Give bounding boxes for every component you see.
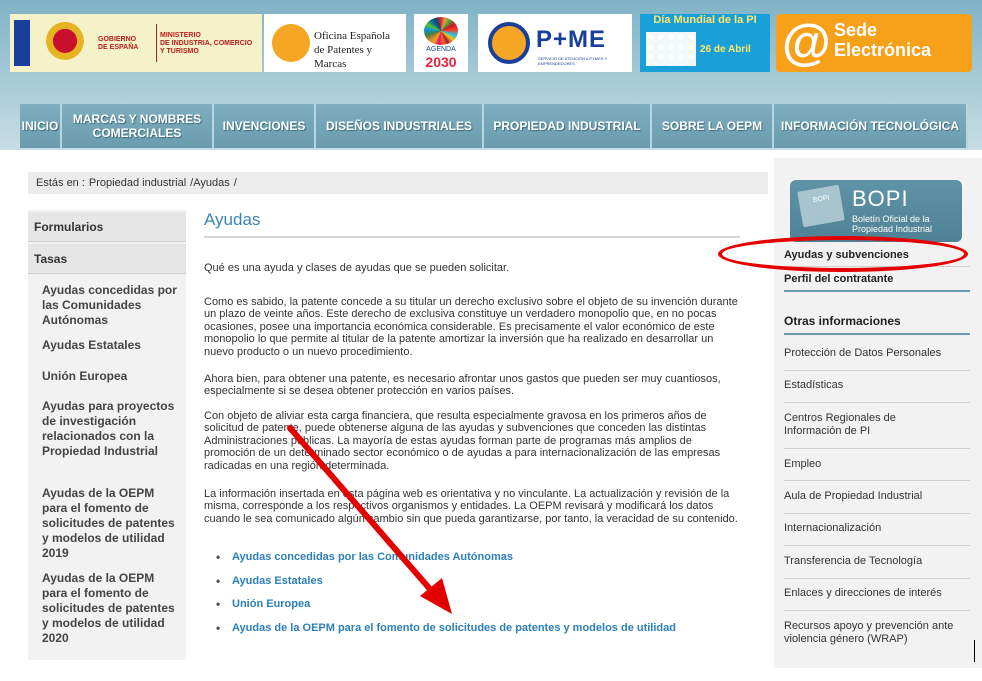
dia-mundial-date: 26 de Abril [700,44,751,55]
spain-flag-icon [14,20,30,66]
nav-propiedad-industrial[interactable]: PROPIEDAD INDUSTRIAL [484,104,652,148]
divider [784,545,970,546]
pyme-circle-icon [488,22,530,64]
agenda-year: 2030 [425,54,457,70]
divider [784,610,970,611]
sdg-wheel-icon [424,17,458,45]
leftnav-formularios[interactable]: Formularios [28,212,186,242]
divider [784,480,970,481]
breadcrumb-prefix: Estás en : [36,177,85,189]
divider [784,370,970,371]
link-recursos-wrap[interactable]: Recursos apoyo y prevención ante violenc… [784,620,974,646]
link-ayudas-oepm[interactable]: Ayudas de la OEPM para el fomento de sol… [216,621,746,645]
bopi-banner[interactable]: BOPI BOPI Boletín Oficial de la Propieda… [790,180,962,242]
text-cursor [974,640,975,662]
nav-inicio[interactable]: INICIO [20,104,62,148]
breadcrumb-propiedad-industrial[interactable]: Propiedad industrial [89,177,186,189]
link-proteccion-datos[interactable]: Protección de Datos Personales [784,347,974,360]
divider [784,513,970,514]
link-enlaces-direcciones[interactable]: Enlaces y direcciones de interés [784,587,974,600]
dia-mundial-pi-banner[interactable]: Día Mundial de la PI 26 de Abril [640,14,770,72]
divider [784,448,970,449]
book-icon: BOPI [797,184,845,228]
ministerio-line2: DE INDUSTRIA, COMERCIO [160,40,253,47]
sede-electronica-button[interactable]: @ Sede Electrónica [776,14,972,72]
ministerio-line1: MINISTERIO [160,32,201,39]
at-sign-icon: @ [782,14,831,70]
bopi-title: BOPI [852,186,909,211]
left-sidebar: Formularios Tasas Ayudas concedidas por … [28,210,186,660]
pyme-logo[interactable]: P+ME SERVICIO DE ATENCIÓN A PYMES Y EMPR… [478,14,632,72]
leftnav-ayudas-oepm-2020[interactable]: Ayudas de la OEPM para el fomento de sol… [42,571,182,646]
dia-mundial-title: Día Mundial de la PI [653,14,757,26]
nav-informacion-tecnologica[interactable]: INFORMACIÓN TECNOLÓGICA [774,104,968,148]
paragraph-3: Con objeto de aliviar esta carga financi… [204,410,721,472]
bopi-sub1: Boletín Oficial de la [852,214,930,224]
divider [784,578,970,579]
link-estadisticas[interactable]: Estadísticas [784,379,974,392]
book-label: BOPI [812,194,831,205]
leftnav-ayudas-oepm-2019[interactable]: Ayudas de la OEPM para el fomento de sol… [42,486,182,561]
leftnav-ayudas-comunidades[interactable]: Ayudas concedidas por las Comunidades Au… [42,283,182,328]
leftnav-union-europea[interactable]: Unión Europea [42,369,182,384]
leftnav-ayudas-investigacion[interactable]: Ayudas para proyectos de investigación r… [42,399,182,459]
leftnav-tasas[interactable]: Tasas [28,244,186,274]
oepm-line1: Oficina Española [314,30,391,42]
link-empleo[interactable]: Empleo [784,458,974,471]
sede-line1: Sede [834,20,878,40]
ayudas-link-list: Ayudas concedidas por las Comunidades Au… [216,550,746,644]
link-union-europea[interactable]: Unión Europea [216,597,746,621]
site-header: GOBIERNO DE ESPAÑA MINISTERIO DE INDUSTR… [0,0,982,150]
paragraph-4: La información insertada en esta página … [204,488,738,525]
main-content: Ayudas Qué es una ayuda y clases de ayud… [204,210,744,635]
gobierno-espana-logo[interactable]: GOBIERNO DE ESPAÑA MINISTERIO DE INDUSTR… [10,14,262,72]
link-ayudas-estatales[interactable]: Ayudas Estatales [216,574,746,598]
paragraph-2: Ahora bien, para obtener una patente, es… [204,373,721,398]
agenda-line1: AGENDA [426,46,456,53]
link-internacionalizacion[interactable]: Internacionalización [784,522,974,535]
coat-of-arms-icon [44,22,86,64]
intro-text: Qué es una ayuda y clases de ayudas que … [204,262,510,274]
breadcrumb-separator: / [233,177,237,189]
breadcrumb-ayudas[interactable]: /Ayudas [190,177,230,189]
nav-invenciones[interactable]: INVENCIONES [214,104,316,148]
pyme-subtitle: SERVICIO DE ATENCIÓN A PYMES Y EMPRENDED… [538,56,608,66]
otras-informaciones-heading: Otras informaciones [784,314,901,328]
oepm-line2: de Patentes y Marcas [314,44,373,70]
gobierno-line2: DE ESPAÑA [98,44,139,51]
link-aula-pi[interactable]: Aula de Propiedad Industrial [784,490,974,503]
page-title: Ayudas [204,210,740,238]
highlight-ellipse [718,236,968,272]
logo-divider [156,24,157,62]
link-transferencia-tecnologia[interactable]: Transferencia de Tecnología [784,555,974,568]
divider [784,333,970,335]
nav-disenos[interactable]: DISEÑOS INDUSTRIALES [316,104,484,148]
pyme-text: P+ME [536,26,607,53]
link-centros-regionales[interactable]: Centros Regionales de Información de PI [784,412,934,438]
gobierno-line1: GOBIERNO [98,36,137,43]
breadcrumb: Estás en : Propiedad industrial /Ayudas … [28,172,768,194]
nav-marcas[interactable]: MARCAS Y NOMBRES COMERCIALES [62,104,214,148]
oepm-logo[interactable]: Oficina Española de Patentes y Marcas [264,14,406,72]
main-navigation: INICIO MARCAS Y NOMBRES COMERCIALES INVE… [0,104,982,150]
link-ayudas-comunidades[interactable]: Ayudas concedidas por las Comunidades Au… [216,550,746,574]
sede-line2: Electrónica [834,40,932,60]
bopi-sub2: Propiedad Industrial [852,224,933,234]
innovation-icons [646,32,696,66]
link-perfil-contratante[interactable]: Perfil del contratante [784,273,893,285]
nav-sobre-oepm[interactable]: SOBRE LA OEPM [652,104,774,148]
paragraph-1: Como es sabido, la patente concede a su … [204,296,738,358]
ministerio-line3: Y TURISMO [160,48,199,55]
divider [784,290,970,292]
right-sidebar: BOPI BOPI Boletín Oficial de la Propieda… [774,158,982,668]
leftnav-ayudas-estatales[interactable]: Ayudas Estatales [42,338,182,353]
agenda-2030-logo[interactable]: AGENDA 2030 [414,14,468,72]
oepm-circle-icon [272,24,310,62]
divider [784,402,970,403]
